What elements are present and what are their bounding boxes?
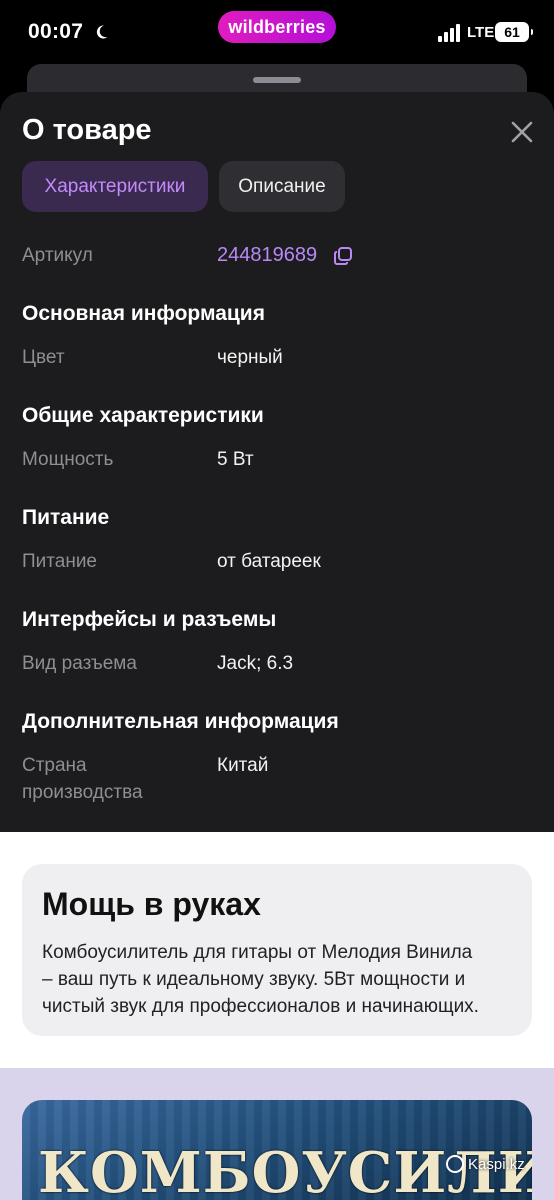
spec-value: Jack; 6.3 <box>217 653 294 674</box>
spec-label: Мощность <box>22 449 114 470</box>
drag-handle[interactable] <box>253 77 301 83</box>
image-section: КОМБОУСИЛИТЕЛЬ <box>0 1068 554 1200</box>
promo-text-line: – ваш путь к идеальному звуку. 5Вт мощно… <box>42 969 466 990</box>
article-label: Артикул <box>22 245 93 266</box>
moon-icon <box>96 25 108 39</box>
section-heading: Питание <box>22 506 110 529</box>
tab-characteristics[interactable]: Характеристики <box>22 161 208 212</box>
close-icon[interactable] <box>506 116 538 148</box>
promo-section: Мощь в руках Комбоусилитель для гитары о… <box>0 832 554 1068</box>
promo-title: Мощь в руках <box>42 886 261 922</box>
spec-label: Вид разъема <box>22 653 137 674</box>
watermark-icon <box>446 1155 464 1173</box>
spec-label: Страна <box>22 755 87 776</box>
promo-text-line: чистый звук для профессионалов и начинаю… <box>42 996 479 1017</box>
section-heading: Дополнительная информация <box>22 710 339 733</box>
spec-value: Китай <box>217 755 269 776</box>
product-info-sheet: О товаре Характеристики Описание Артикул… <box>0 92 554 832</box>
status-time: 00:07 <box>28 20 84 43</box>
battery-indicator: 61 <box>495 22 533 42</box>
network-type: LTE <box>467 24 495 41</box>
spec-value: от батареек <box>217 551 321 572</box>
sheet-title: О товаре <box>22 114 152 146</box>
status-bar: 00:07 wildberries LTE 61 <box>0 0 554 64</box>
section-heading: Общие характеристики <box>22 404 264 427</box>
spec-label: Цвет <box>22 347 65 368</box>
spec-value: черный <box>217 347 283 368</box>
signal-icon <box>438 24 460 42</box>
promo-card: Мощь в руках Комбоусилитель для гитары о… <box>22 864 532 1036</box>
product-image[interactable]: КОМБОУСИЛИТЕЛЬ <box>22 1100 532 1200</box>
article-value[interactable]: 244819689 <box>217 242 317 269</box>
copy-icon[interactable] <box>333 246 353 266</box>
watermark: Kaspi.kz <box>446 1155 525 1173</box>
spec-label: производства <box>22 782 143 803</box>
spec-label: Питание <box>22 551 97 572</box>
tab-description[interactable]: Описание <box>219 161 345 212</box>
watermark-text: Kaspi.kz <box>468 1155 525 1173</box>
spec-value: 5 Вт <box>217 449 254 470</box>
promo-text-line: Комбоусилитель для гитары от Мелодия Вин… <box>42 942 473 963</box>
section-heading: Основная информация <box>22 302 265 325</box>
wildberries-logo: wildberries <box>218 11 336 43</box>
section-heading: Интерфейсы и разъемы <box>22 608 277 631</box>
